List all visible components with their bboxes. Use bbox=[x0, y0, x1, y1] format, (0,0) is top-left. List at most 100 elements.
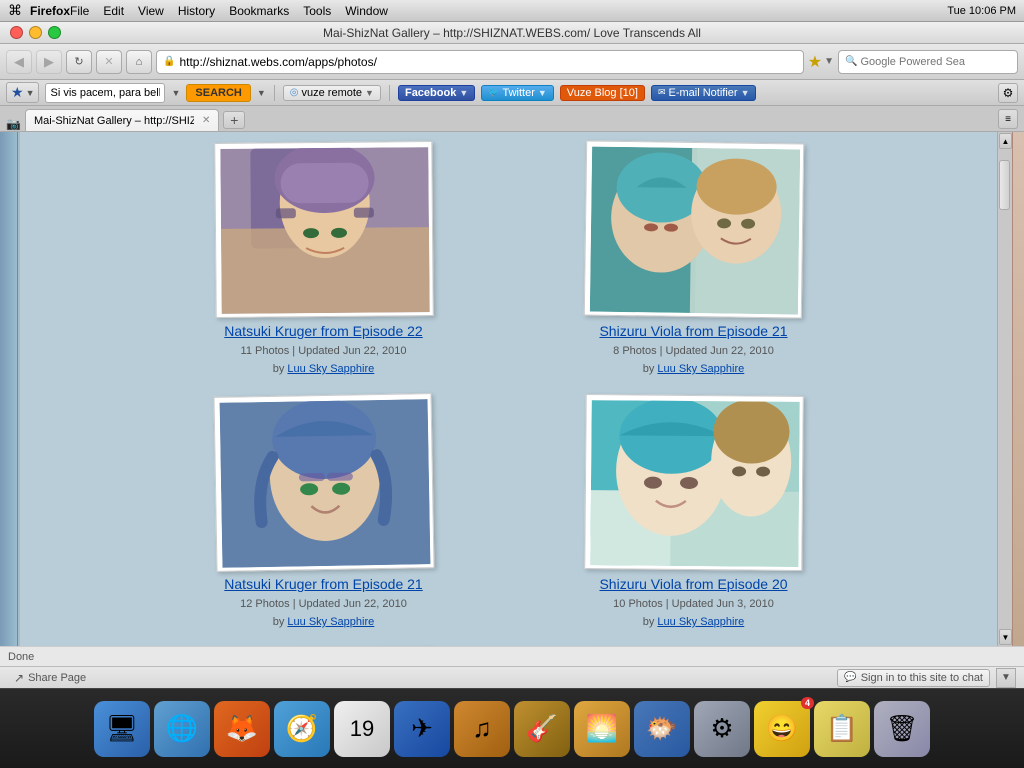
menu-view[interactable]: View bbox=[138, 4, 164, 18]
gallery-title-0[interactable]: Natsuki Kruger from Episode 22 bbox=[224, 323, 422, 339]
gallery-title-3[interactable]: Shizuru Viola from Episode 20 bbox=[599, 576, 787, 592]
chat-button[interactable]: 💬 Sign in to this site to chat bbox=[837, 669, 990, 687]
author-prefix-2: by bbox=[273, 616, 288, 628]
content-wrapper: Natsuki Kruger from Episode 22 11 Photos… bbox=[0, 132, 1024, 646]
dock-mail[interactable]: ✈ bbox=[394, 701, 450, 757]
photo-frame-3[interactable] bbox=[584, 394, 804, 571]
gallery-page: Natsuki Kruger from Episode 22 11 Photos… bbox=[20, 132, 997, 646]
status-expand-button[interactable]: ▼ bbox=[996, 668, 1016, 688]
dock-itunes[interactable]: ♫ bbox=[454, 701, 510, 757]
vuze-remote-label: vuze remote bbox=[302, 87, 363, 99]
search-bar[interactable]: 🔍 bbox=[838, 50, 1018, 74]
dock-notes[interactable]: 📋 bbox=[814, 701, 870, 757]
vertical-scrollbar[interactable]: ▲ ▼ bbox=[997, 132, 1012, 646]
dock-finder[interactable]: 🖥 bbox=[94, 701, 150, 757]
status-left: ↗ Share Page bbox=[8, 669, 92, 687]
vuze-blog-button[interactable]: Vuze Blog [10] bbox=[560, 85, 645, 101]
tab-1[interactable]: Mai-ShizNat Gallery – http://SHIZ... ✕ bbox=[25, 109, 219, 131]
itunes-icon: ♫ bbox=[472, 713, 492, 744]
photo-frame-1[interactable] bbox=[583, 140, 803, 318]
apple-menu[interactable]: ⌘ bbox=[8, 2, 22, 19]
dock-screensaver[interactable]: 🐡 bbox=[634, 701, 690, 757]
dock-iphoto[interactable]: 🌅 bbox=[574, 701, 630, 757]
dock-garageband[interactable]: 🎸 bbox=[514, 701, 570, 757]
dock-facetime[interactable]: 😄 4 bbox=[754, 701, 810, 757]
navigation-bar: ◀ ▶ ↻ ✕ ⌂ 🔒 ★ ▼ 🔍 bbox=[0, 44, 1024, 80]
email-label: E-mail Notifier bbox=[668, 87, 737, 99]
tab-list-button[interactable]: ≡ bbox=[998, 109, 1018, 129]
back-button[interactable]: ◀ bbox=[6, 50, 32, 74]
dock-trash[interactable]: 🗑 bbox=[874, 701, 930, 757]
photo-frame-0[interactable] bbox=[214, 141, 434, 318]
dock-badge-4: 4 bbox=[801, 697, 814, 709]
minimize-button[interactable] bbox=[29, 26, 42, 39]
photo-image-2 bbox=[219, 399, 430, 568]
stop-button[interactable]: ✕ bbox=[96, 50, 122, 74]
author-link-2[interactable]: Luu Sky Sapphire bbox=[287, 616, 374, 628]
awesomebar-chevron[interactable]: ▼ bbox=[171, 88, 180, 98]
bookmark-star[interactable]: ★ ▼ bbox=[808, 52, 834, 72]
search-input[interactable] bbox=[860, 56, 1011, 68]
scroll-down-button[interactable]: ▼ bbox=[999, 629, 1012, 645]
gallery-author-2: by Luu Sky Sapphire bbox=[273, 616, 375, 628]
gallery-grid: Natsuki Kruger from Episode 22 11 Photos… bbox=[169, 142, 849, 646]
reload-button[interactable]: ↻ bbox=[66, 50, 92, 74]
home-button[interactable]: ⌂ bbox=[126, 50, 152, 74]
scroll-thumb[interactable] bbox=[999, 160, 1010, 210]
awesomebar-icon[interactable]: ★ ▼ bbox=[6, 82, 39, 103]
facebook-button[interactable]: Facebook ▼ bbox=[398, 85, 475, 101]
menu-tools[interactable]: Tools bbox=[303, 4, 331, 18]
chevron-icon: ▼ bbox=[26, 88, 35, 98]
author-prefix-1: by bbox=[643, 363, 658, 375]
app-name[interactable]: Firefox bbox=[30, 4, 70, 18]
dock-safari[interactable]: 🧭 bbox=[274, 701, 330, 757]
author-link-0[interactable]: Luu Sky Sapphire bbox=[287, 363, 374, 375]
twitter-label: Twitter bbox=[502, 87, 534, 99]
vuze-icon: ◎ bbox=[290, 87, 299, 98]
menu-history[interactable]: History bbox=[178, 4, 215, 18]
url-input[interactable] bbox=[179, 55, 796, 69]
author-link-3[interactable]: Luu Sky Sapphire bbox=[657, 616, 744, 628]
gallery-title-2[interactable]: Natsuki Kruger from Episode 21 bbox=[224, 576, 422, 592]
photo-frame-2[interactable] bbox=[213, 393, 434, 572]
address-bar[interactable]: 🔒 bbox=[156, 50, 804, 74]
menu-window[interactable]: Window bbox=[345, 4, 388, 18]
menu-file[interactable]: File bbox=[70, 4, 89, 18]
dock-system-prefs[interactable]: ⚙ bbox=[694, 701, 750, 757]
system-prefs-icon: ⚙ bbox=[710, 713, 733, 744]
share-page-button[interactable]: ↗ Share Page bbox=[8, 669, 92, 687]
firefox-icon: 🦊 bbox=[226, 713, 258, 744]
garageband-icon: 🎸 bbox=[526, 713, 558, 744]
tab-icon: 📷 bbox=[6, 117, 21, 131]
email-notifier-button[interactable]: ✉ E-mail Notifier ▼ bbox=[651, 85, 757, 101]
facebook-chevron: ▼ bbox=[459, 88, 468, 98]
close-button[interactable] bbox=[10, 26, 23, 39]
search-chevron[interactable]: ▼ bbox=[257, 88, 266, 98]
awesomebar-input[interactable] bbox=[45, 83, 165, 103]
tab-1-close[interactable]: ✕ bbox=[202, 115, 210, 126]
scroll-up-button[interactable]: ▲ bbox=[999, 133, 1012, 149]
gallery-title-1[interactable]: Shizuru Viola from Episode 21 bbox=[599, 323, 787, 339]
menu-edit[interactable]: Edit bbox=[103, 4, 124, 18]
search-button[interactable]: SEARCH bbox=[186, 84, 250, 102]
vuze-remote-button[interactable]: ◎ vuze remote ▼ bbox=[283, 85, 381, 101]
maximize-button[interactable] bbox=[48, 26, 61, 39]
dock-stickies[interactable]: 🌐 bbox=[154, 701, 210, 757]
menu-bookmarks[interactable]: Bookmarks bbox=[229, 4, 289, 18]
tab-bar: 📷 Mai-ShizNat Gallery – http://SHIZ... ✕… bbox=[0, 106, 1024, 132]
gallery-meta-3: 10 Photos | Updated Jun 3, 2010 bbox=[613, 598, 774, 610]
gallery-author-1: by Luu Sky Sapphire bbox=[643, 363, 745, 375]
bookmarks-extra-button[interactable]: ⚙ bbox=[998, 83, 1018, 103]
done-label: Done bbox=[8, 651, 34, 663]
twitter-button[interactable]: 🐦 Twitter ▼ bbox=[481, 85, 554, 101]
main-gallery-area: Natsuki Kruger from Episode 22 11 Photos… bbox=[20, 132, 997, 646]
forward-button[interactable]: ▶ bbox=[36, 50, 62, 74]
finder-icon: 🖥 bbox=[105, 713, 138, 744]
dock-calendar[interactable]: 19 bbox=[334, 701, 390, 757]
gallery-item-2: Natsuki Kruger from Episode 21 12 Photos… bbox=[169, 395, 479, 628]
gallery-item-0: Natsuki Kruger from Episode 22 11 Photos… bbox=[169, 142, 479, 375]
author-link-1[interactable]: Luu Sky Sapphire bbox=[657, 363, 744, 375]
calendar-icon: 19 bbox=[350, 716, 374, 742]
dock-firefox[interactable]: 🦊 bbox=[214, 701, 270, 757]
tab-add-button[interactable]: + bbox=[223, 111, 245, 129]
